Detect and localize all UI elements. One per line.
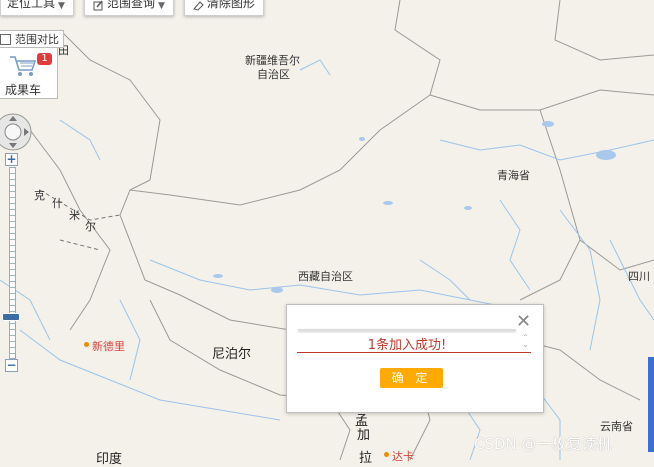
message-field: 1条加入成功! ⌃ ⌄: [297, 332, 531, 353]
range-compare-toggle[interactable]: 范围对比: [0, 30, 64, 48]
clear-graphics-button[interactable]: 清除图形: [183, 0, 264, 16]
range-compare-checkbox[interactable]: [0, 33, 11, 45]
success-dialog: ✕ 1条加入成功! ⌃ ⌄ 确 定: [286, 304, 544, 413]
zoom-out-button[interactable]: −: [5, 359, 18, 372]
label-tibet: 西藏自治区: [298, 270, 353, 283]
label-yunnan: 云南省: [600, 420, 633, 433]
range-query-button[interactable]: 范围查询 ▼: [83, 0, 174, 16]
label-xinjiang-2: 自治区: [257, 68, 290, 81]
close-icon[interactable]: ✕: [516, 313, 531, 331]
locate-tool-label: 定位工具: [7, 0, 56, 10]
watermark: CSDN @一枚复读机: [474, 435, 612, 453]
label-kashmir-2: 什: [52, 197, 63, 210]
locate-tool-button[interactable]: 定位工具 ▼: [0, 0, 74, 16]
zoom-slider-track[interactable]: [9, 167, 16, 359]
eraser-icon: [192, 1, 204, 11]
label-qinghai: 青海省: [497, 169, 530, 182]
edit-icon: [93, 0, 103, 11]
zoom-in-button[interactable]: +: [5, 153, 18, 166]
label-bangla-2: 加: [357, 428, 371, 443]
cart-count-badge: 1: [37, 53, 52, 65]
label-new-delhi: 新德里: [92, 340, 125, 353]
label-sichuan: 四川: [628, 270, 650, 283]
label-kashmir-4: 尔: [85, 220, 96, 233]
chevron-down-icon: ▼: [157, 1, 165, 11]
pan-control[interactable]: [0, 113, 34, 155]
range-compare-label: 范围对比: [15, 33, 59, 46]
clear-graphics-label: 清除图形: [206, 0, 255, 10]
city-dot-dhaka: [384, 452, 389, 457]
label-bangla-3: 拉: [359, 451, 373, 466]
result-cart-button[interactable]: 1 成果车: [0, 47, 58, 99]
dialog-title-bar: [298, 329, 516, 331]
zoom-slider-thumb[interactable]: [2, 313, 20, 321]
label-dhaka: 达卡: [392, 450, 414, 463]
highlight-region-edge: [648, 357, 654, 452]
chevron-down-icon: ▼: [58, 1, 65, 11]
scroll-arrows-icon[interactable]: ⌃ ⌄: [522, 334, 529, 349]
cart-icon: [10, 56, 37, 76]
label-india: 印度: [96, 452, 123, 467]
dialog-message: 1条加入成功!: [367, 338, 447, 353]
city-dot-new-delhi: [84, 342, 89, 347]
map-toolbar: 定位工具 ▼ 范围查询 ▼ 清除图形: [0, 0, 274, 16]
label-nepal: 尼泊尔: [212, 347, 252, 362]
cart-label: 成果车: [5, 83, 42, 97]
confirm-button[interactable]: 确 定: [380, 368, 443, 388]
label-kashmir-3: 米: [69, 209, 80, 222]
range-query-label: 范围查询: [106, 0, 155, 10]
label-kashmir-1: 克: [34, 189, 45, 202]
